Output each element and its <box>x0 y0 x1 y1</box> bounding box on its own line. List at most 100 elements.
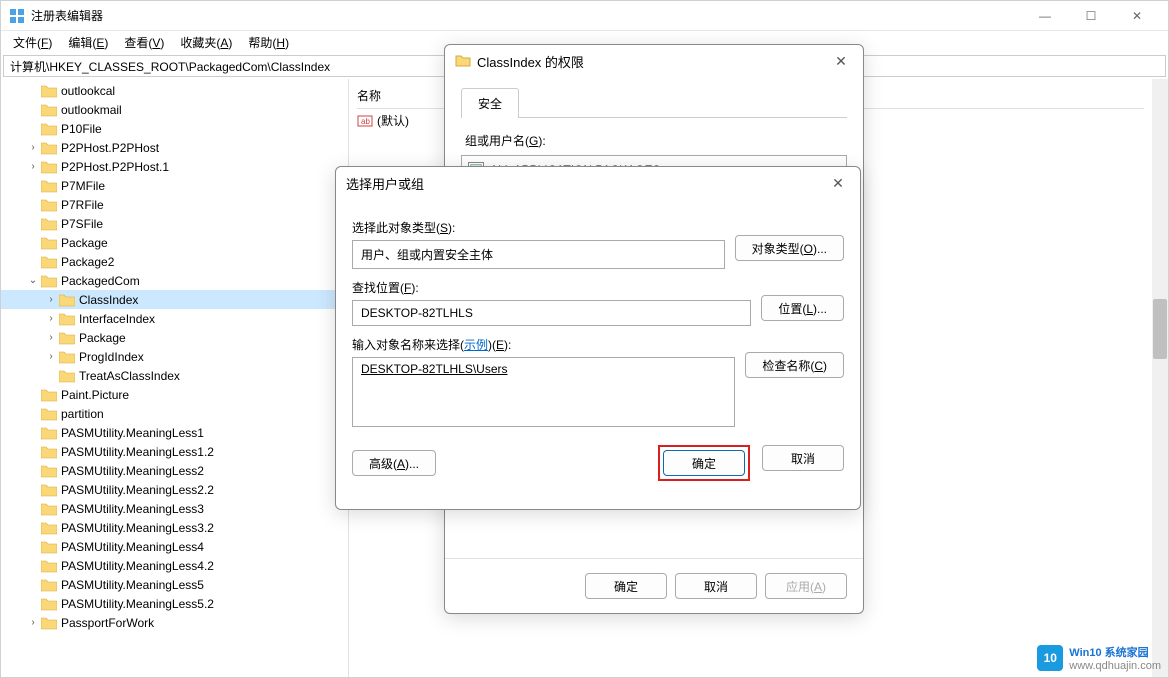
select-close-button[interactable]: ✕ <box>826 175 850 192</box>
tree-label: partition <box>61 407 104 421</box>
perm-cancel-button[interactable]: 取消 <box>675 573 757 599</box>
tree-item-classindex[interactable]: › ClassIndex <box>1 290 348 309</box>
ok-highlight: 确定 <box>658 445 750 481</box>
tree-item-pasmutility-meaningless5-2[interactable]: PASMUtility.MeaningLess5.2 <box>1 594 348 613</box>
tree-scrollbar[interactable] <box>1152 79 1168 677</box>
watermark-icon: 10 <box>1037 645 1063 671</box>
tree-label: PASMUtility.MeaningLess5.2 <box>61 597 214 611</box>
enter-names-label: 输入对象名称来选择(示例)(E): <box>352 336 735 353</box>
tree-label: P7SFile <box>61 217 103 231</box>
tree-item-package[interactable]: › Package <box>1 328 348 347</box>
tree-item-pasmutility-meaningless2-2[interactable]: PASMUtility.MeaningLess2.2 <box>1 480 348 499</box>
tree-arrow-icon[interactable]: › <box>43 332 59 343</box>
perm-ok-button[interactable]: 确定 <box>585 573 667 599</box>
tree-label: outlookmail <box>61 103 122 117</box>
location-button[interactable]: 位置(L)... <box>761 295 844 321</box>
tree-item-p2phost-p2phost-1[interactable]: › P2PHost.P2PHost.1 <box>1 157 348 176</box>
tree-label: P10File <box>61 122 102 136</box>
menu-view[interactable]: 查看(V) <box>116 32 172 53</box>
tree-item-p7rfile[interactable]: P7RFile <box>1 195 348 214</box>
tree-item-pasmutility-meaningless5[interactable]: PASMUtility.MeaningLess5 <box>1 575 348 594</box>
tree-item-p7sfile[interactable]: P7SFile <box>1 214 348 233</box>
tree-arrow-icon[interactable]: › <box>25 161 41 172</box>
tree-item-outlookmail[interactable]: outlookmail <box>1 100 348 119</box>
tree-item-p2phost-p2phost[interactable]: › P2PHost.P2PHost <box>1 138 348 157</box>
tree-item-treatasclassindex[interactable]: TreatAsClassIndex <box>1 366 348 385</box>
tree-item-packagedcom[interactable]: ⌄ PackagedCom <box>1 271 348 290</box>
select-dlg-title: 选择用户或组 <box>346 174 424 193</box>
tree-item-partition[interactable]: partition <box>1 404 348 423</box>
object-type-label: 选择此对象类型(S): <box>352 219 725 236</box>
tree-item-outlookcal[interactable]: outlookcal <box>1 81 348 100</box>
check-names-button[interactable]: 检查名称(C) <box>745 352 844 378</box>
tree-label: PASMUtility.MeaningLess5 <box>61 578 204 592</box>
string-value-icon: ab <box>357 113 373 129</box>
address-text: 计算机\HKEY_CLASSES_ROOT\PackagedCom\ClassI… <box>10 58 330 75</box>
registry-tree[interactable]: outlookcal outlookmail P10File › P2PHost.P2P… <box>1 79 349 677</box>
location-label: 查找位置(F): <box>352 279 751 296</box>
tree-label: PASMUtility.MeaningLess2.2 <box>61 483 214 497</box>
tree-item-pasmutility-meaningless1-2[interactable]: PASMUtility.MeaningLess1.2 <box>1 442 348 461</box>
tree-label: PASMUtility.MeaningLess3.2 <box>61 521 214 535</box>
tree-item-p10file[interactable]: P10File <box>1 119 348 138</box>
watermark: 10 Win10 系统家园 www.qdhuajin.com <box>1037 644 1161 672</box>
tree-item-pasmutility-meaningless1[interactable]: PASMUtility.MeaningLess1 <box>1 423 348 442</box>
menu-edit[interactable]: 编辑(E) <box>60 32 116 53</box>
perm-close-button[interactable]: ✕ <box>829 53 853 70</box>
tree-arrow-icon[interactable]: ⌄ <box>25 275 41 286</box>
tree-item-interfaceindex[interactable]: › InterfaceIndex <box>1 309 348 328</box>
advanced-button[interactable]: 高级(A)... <box>352 450 436 476</box>
tree-item-pasmutility-meaningless2[interactable]: PASMUtility.MeaningLess2 <box>1 461 348 480</box>
tree-item-passportforwork[interactable]: › PassportForWork <box>1 613 348 632</box>
enter-names-field[interactable]: DESKTOP-82TLHLS\Users <box>352 357 735 427</box>
select-ok-button[interactable]: 确定 <box>663 450 745 476</box>
tree-item-pasmutility-meaningless3[interactable]: PASMUtility.MeaningLess3 <box>1 499 348 518</box>
tree-item-pasmutility-meaningless4[interactable]: PASMUtility.MeaningLess4 <box>1 537 348 556</box>
scroll-thumb[interactable] <box>1153 299 1167 359</box>
svg-text:ab: ab <box>361 117 370 126</box>
value-name: (默认) <box>377 112 409 129</box>
examples-link[interactable]: 示例 <box>464 338 488 352</box>
tree-item-progidindex[interactable]: ›ProgIdIndex <box>1 347 348 366</box>
tree-item-package[interactable]: Package <box>1 233 348 252</box>
close-button[interactable]: ✕ <box>1114 1 1160 31</box>
location-field: DESKTOP-82TLHLS <box>352 300 751 326</box>
tree-arrow-icon[interactable]: › <box>43 294 59 305</box>
tree-item-package2[interactable]: Package2 <box>1 252 348 271</box>
perm-apply-button: 应用(A) <box>765 573 847 599</box>
tree-label: PackagedCom <box>61 274 140 288</box>
tree-arrow-icon[interactable]: › <box>25 142 41 153</box>
tree-arrow-icon[interactable]: › <box>25 617 41 628</box>
perm-title: ClassIndex 的权限 <box>477 52 584 71</box>
group-label: 组或用户名(G): <box>465 132 843 149</box>
menu-help[interactable]: 帮助(H) <box>240 32 297 53</box>
tree-label: Package <box>79 331 126 345</box>
watermark-url: www.qdhuajin.com <box>1069 660 1161 672</box>
select-user-dialog: 选择用户或组 ✕ 选择此对象类型(S): 用户、组或内置安全主体 对象类型(O)… <box>335 166 861 510</box>
object-type-button[interactable]: 对象类型(O)... <box>735 235 844 261</box>
object-type-field: 用户、组或内置安全主体 <box>352 240 725 269</box>
minimize-button[interactable]: — <box>1022 1 1068 31</box>
titlebar: 注册表编辑器 — ☐ ✕ <box>1 1 1168 31</box>
tree-label: InterfaceIndex <box>79 312 155 326</box>
tree-label: PASMUtility.MeaningLess4 <box>61 540 204 554</box>
tree-label: Package2 <box>61 255 114 269</box>
tree-item-pasmutility-meaningless3-2[interactable]: PASMUtility.MeaningLess3.2 <box>1 518 348 537</box>
tree-item-pasmutility-meaningless4-2[interactable]: PASMUtility.MeaningLess4.2 <box>1 556 348 575</box>
tree-arrow-icon[interactable]: › <box>43 313 59 324</box>
tree-item-p7mfile[interactable]: P7MFile <box>1 176 348 195</box>
tree-item-paint-picture[interactable]: Paint.Picture <box>1 385 348 404</box>
tab-security[interactable]: 安全 <box>461 88 519 118</box>
tree-label: Paint.Picture <box>61 388 129 402</box>
tree-label: ClassIndex <box>79 293 138 307</box>
menu-file[interactable]: 文件(F) <box>5 32 60 53</box>
tree-label: outlookcal <box>61 84 115 98</box>
tree-label: PASMUtility.MeaningLess3 <box>61 502 204 516</box>
maximize-button[interactable]: ☐ <box>1068 1 1114 31</box>
select-cancel-button[interactable]: 取消 <box>762 445 844 471</box>
tree-label: PassportForWork <box>61 616 154 630</box>
tree-label: P2PHost.P2PHost <box>61 141 159 155</box>
tree-arrow-icon[interactable]: › <box>43 351 59 362</box>
tree-label: P2PHost.P2PHost.1 <box>61 160 169 174</box>
menu-favorites[interactable]: 收藏夹(A) <box>172 32 240 53</box>
